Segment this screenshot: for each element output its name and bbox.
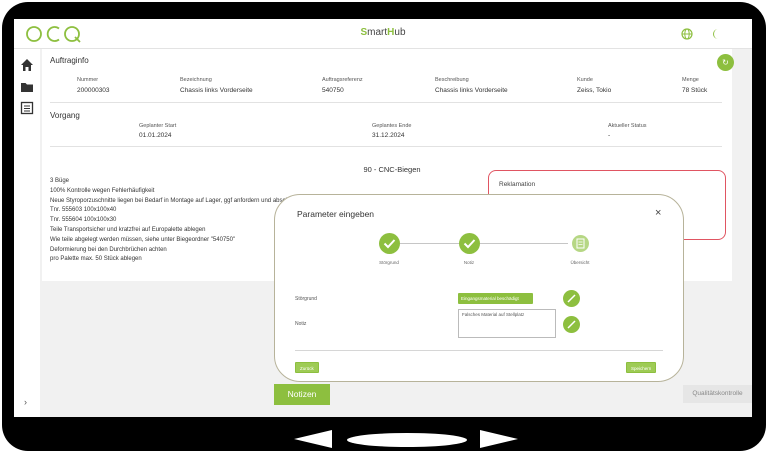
step-stoergrund[interactable]	[379, 233, 400, 254]
beschreibung-value: Chassis links Vorderseite	[435, 87, 508, 94]
description-line: 100% Kontrolle wegen Fehlerhäufigkeit	[50, 187, 155, 194]
kunde-value: Zeiss, Tokio	[577, 87, 612, 94]
app-screen: SmartHub › Auftraginfo ↻ Nummer 20000030…	[14, 19, 752, 417]
nummer-label: Nummer	[77, 77, 99, 83]
description-line: Teile Transportsicher und kratzfrei auf …	[50, 226, 206, 233]
document-icon	[576, 238, 585, 249]
edit-stoergrund-button[interactable]	[563, 290, 580, 307]
section-divider	[50, 146, 722, 147]
description-line: 3 Büge	[50, 178, 70, 184]
nummer-value: 200000303	[77, 87, 110, 94]
tablet-frame: SmartHub › Auftraginfo ↻ Nummer 20000030…	[2, 2, 766, 451]
list-icon[interactable]	[20, 101, 34, 115]
edit-notiz-button[interactable]	[563, 316, 580, 333]
menge-value: 78 Stück	[682, 87, 708, 94]
step-label: Störgrund	[379, 260, 399, 265]
description-line: pro Palette max. 50 Stück ablegen	[50, 256, 142, 263]
back-button[interactable]: Zurück	[295, 362, 319, 373]
auftragsreferenz-value: 540750	[322, 87, 344, 94]
reklamation-label: Reklamation	[499, 181, 536, 188]
modal-divider	[295, 350, 663, 351]
beschreibung-label: Beschreibung	[435, 77, 469, 83]
sidebar: ›	[14, 49, 40, 417]
check-icon	[383, 239, 396, 249]
qualitaetskontrolle-button[interactable]: Qualitätskontrolle	[683, 385, 752, 403]
modal-title: Parameter eingeben	[297, 209, 375, 219]
auftragsreferenz-label: Auftragsreferenz	[322, 77, 363, 83]
bezeichnung-label: Bezeichnung	[180, 77, 212, 83]
geplanter-start-value: 01.01.2024	[139, 132, 172, 139]
step-label: Notiz	[463, 260, 475, 265]
operation-description: 3 Büge 100% Kontrolle wegen Fehlerhäufig…	[50, 177, 306, 265]
pencil-icon	[567, 320, 576, 329]
nav-forward-icon[interactable]	[478, 429, 518, 449]
step-label: Übersicht	[570, 260, 590, 265]
aktueller-status-label: Aktueller Status	[608, 123, 647, 129]
section-divider	[50, 102, 722, 103]
step-notiz[interactable]	[459, 233, 480, 254]
menge-label: Menge	[682, 77, 699, 83]
app-header: SmartHub	[14, 19, 752, 49]
kunde-label: Kunde	[577, 77, 593, 83]
notiz-label: Notiz	[295, 321, 307, 327]
home-icon[interactable]	[20, 58, 34, 72]
bezeichnung-value: Chassis links Vorderseite	[180, 87, 253, 94]
pencil-icon	[567, 294, 576, 303]
notiz-textarea[interactable]: Falsches Material auf Stellplatz	[458, 309, 556, 338]
description-line: Tnr. 555603 100x100x40	[50, 207, 117, 214]
description-line: Tnr. 555604 100x100x30	[50, 217, 117, 224]
nav-home-button[interactable]	[347, 433, 467, 447]
refresh-icon: ↻	[722, 58, 729, 67]
description-line: Neue Styroporzuschnitte liegen bei Bedar…	[50, 197, 306, 204]
save-button[interactable]: Speichern	[626, 362, 657, 373]
app-title: SmartHub	[360, 27, 406, 38]
auftraginfo-title: Auftraginfo	[50, 56, 89, 65]
stoergrund-label: Störgrund	[295, 296, 317, 302]
description-line: Wie teile abgelegt werden müssen, siehe …	[50, 236, 236, 243]
step-uebersicht[interactable]	[572, 235, 589, 252]
geplantes-ende-value: 31.12.2024	[372, 132, 405, 139]
nav-back-icon[interactable]	[294, 429, 334, 449]
notizen-button[interactable]: Notizen	[274, 384, 330, 405]
parameter-modal: Parameter eingeben × Störgrund Notiz Übe…	[274, 194, 684, 382]
chevron-right-icon[interactable]: ›	[24, 397, 27, 407]
geplanter-start-label: Geplanter Start	[139, 123, 177, 129]
close-icon[interactable]: ×	[655, 207, 661, 219]
aktueller-status-value: -	[608, 132, 611, 139]
stoergrund-select[interactable]: Eingangsmaterial beschädigt	[458, 293, 533, 304]
stepper-line	[480, 243, 568, 244]
description-line: Deformierung bei den Durchbrüchen achten	[50, 246, 167, 253]
folder-icon[interactable]	[20, 80, 34, 94]
check-icon	[463, 239, 476, 249]
geplantes-ende-label: Geplantes Ende	[372, 123, 412, 129]
vorgang-title: Vorgang	[50, 111, 80, 120]
refresh-button[interactable]: ↻	[717, 54, 734, 71]
moon-icon[interactable]	[709, 27, 723, 41]
globe-icon[interactable]	[680, 27, 694, 41]
